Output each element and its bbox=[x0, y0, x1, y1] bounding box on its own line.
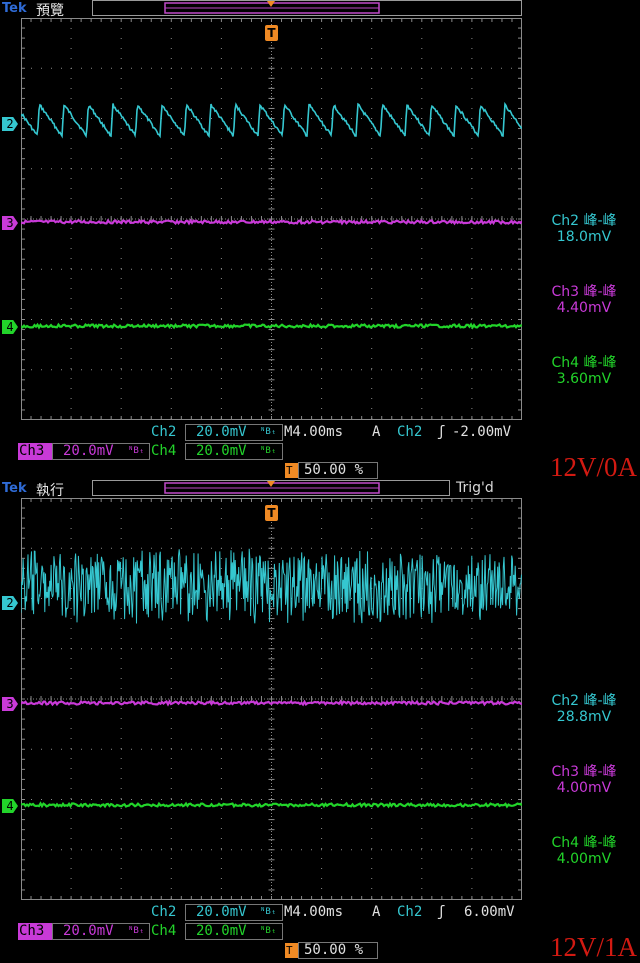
measurement-name: Ch3 峰-峰 bbox=[551, 284, 617, 300]
ch2-scale-label[interactable]: Ch2 bbox=[151, 424, 176, 441]
trigger-position-value[interactable]: 50.00 % bbox=[304, 942, 363, 959]
measurement-ch3: Ch3 峰-峰 4.00mV bbox=[528, 764, 640, 796]
trigger-position-marker[interactable]: T bbox=[265, 25, 278, 41]
condition-label-2: 12V/1A bbox=[550, 932, 637, 962]
ch4-waveform bbox=[21, 801, 522, 809]
measurement-value: 18.0mV bbox=[556, 229, 612, 245]
trig-state: Trig'd bbox=[456, 480, 494, 496]
trigger-slope-icon: ʃ bbox=[437, 424, 446, 440]
trigger-position-marker[interactable]: T bbox=[265, 505, 278, 521]
record-window bbox=[164, 1, 380, 14]
ch3-marker-label: 3 bbox=[6, 697, 14, 711]
ch4-waveform bbox=[21, 322, 522, 330]
ch3-bw-icon: ᴺBₜ bbox=[128, 926, 145, 936]
measurement-name: Ch4 峰-峰 bbox=[551, 835, 617, 851]
ch4-marker[interactable]: 4 bbox=[2, 320, 18, 334]
trigger-source-label: A bbox=[372, 424, 381, 440]
ch4-marker-label: 4 bbox=[6, 799, 14, 813]
timebase[interactable]: M4.00ms bbox=[284, 904, 343, 921]
acq-mode: 執行 bbox=[36, 483, 64, 499]
ch3-marker[interactable]: 3 bbox=[2, 697, 18, 711]
ch2-bw-icon: ᴺBₜ bbox=[260, 427, 277, 437]
trigger-source-label: A bbox=[372, 904, 381, 920]
ch4-bw-icon: ᴺBₜ bbox=[260, 926, 277, 936]
record-window bbox=[164, 481, 380, 494]
measurement-ch3: Ch3 峰-峰 4.40mV bbox=[528, 284, 640, 316]
ch4-marker-label: 4 bbox=[6, 320, 14, 334]
status-bar: Tek 執行 Trig'd bbox=[0, 480, 640, 499]
ch2-marker-label: 2 bbox=[6, 117, 14, 131]
graticule-lines bbox=[21, 498, 522, 900]
measurement-ch4: Ch4 峰-峰 3.60mV bbox=[528, 355, 640, 387]
ch2-marker-label: 2 bbox=[6, 596, 14, 610]
measurement-value: 28.8mV bbox=[556, 709, 612, 725]
trigger-level[interactable]: -2.00mV bbox=[452, 424, 511, 441]
ch4-scale-label[interactable]: Ch4 bbox=[151, 443, 176, 460]
waveform-graticule bbox=[21, 498, 522, 900]
ch3-marker-label: 3 bbox=[6, 216, 14, 230]
measurement-name: Ch4 峰-峰 bbox=[551, 355, 617, 371]
measurement-value: 4.00mV bbox=[556, 851, 612, 867]
trigger-position-icon-label: T bbox=[286, 464, 293, 477]
condition-label-1: 12V/0A bbox=[550, 452, 637, 482]
acq-mode: 預覽 bbox=[36, 3, 64, 19]
measurement-value: 4.00mV bbox=[556, 780, 612, 796]
ch2-scale-value[interactable]: 20.0mV bbox=[196, 424, 247, 441]
measurement-ch2: Ch2 峰-峰 18.0mV bbox=[528, 213, 640, 245]
ch3-marker[interactable]: 3 bbox=[2, 216, 18, 230]
ch2-scale-label[interactable]: Ch2 bbox=[151, 904, 176, 921]
trigger-marker-label: T bbox=[267, 506, 276, 520]
record-bar bbox=[92, 480, 450, 496]
measurement-value: 4.40mV bbox=[556, 300, 612, 316]
trigger-channel[interactable]: Ch2 bbox=[397, 904, 422, 921]
tek-logo: Tek bbox=[2, 1, 27, 16]
waveform-graticule bbox=[21, 18, 522, 420]
measurement-name: Ch2 峰-峰 bbox=[551, 213, 617, 229]
timebase[interactable]: M4.00ms bbox=[284, 424, 343, 441]
ch2-marker[interactable]: 2 bbox=[2, 596, 18, 610]
ch3-scale-label[interactable]: Ch3 bbox=[19, 443, 44, 460]
scope-screen-2: Tek 執行 Trig'd T 2 3 4 Ch2 峰-峰 28.8mV Ch3… bbox=[0, 480, 640, 960]
measurement-ch4: Ch4 峰-峰 4.00mV bbox=[528, 835, 640, 867]
ch4-scale-label[interactable]: Ch4 bbox=[151, 923, 176, 940]
trigger-channel[interactable]: Ch2 bbox=[397, 424, 422, 441]
ch4-marker[interactable]: 4 bbox=[2, 799, 18, 813]
trigger-position-value[interactable]: 50.00 % bbox=[304, 462, 363, 479]
trigger-position-icon-label: T bbox=[286, 944, 293, 957]
measurement-name: Ch3 峰-峰 bbox=[551, 764, 617, 780]
ch3-scale-value[interactable]: 20.0mV bbox=[63, 443, 114, 460]
tek-logo: Tek bbox=[2, 481, 27, 496]
ch3-waveform bbox=[21, 218, 522, 226]
ch4-scale-value[interactable]: 20.0mV bbox=[196, 443, 247, 460]
measurement-ch2: Ch2 峰-峰 28.8mV bbox=[528, 693, 640, 725]
measurement-name: Ch2 峰-峰 bbox=[551, 693, 617, 709]
trigger-marker-label: T bbox=[267, 26, 276, 40]
graticule-lines bbox=[21, 18, 522, 420]
ch3-scale-value[interactable]: 20.0mV bbox=[63, 923, 114, 940]
ch2-scale-value[interactable]: 20.0mV bbox=[196, 904, 247, 921]
scope-screen-1: Tek 預覽 T 2 3 4 Ch2 峰-峰 18.0mV Ch3 峰-峰 4.… bbox=[0, 0, 640, 480]
trigger-level[interactable]: 6.00mV bbox=[464, 904, 515, 921]
measurement-value: 3.60mV bbox=[556, 371, 612, 387]
ch3-scale-label[interactable]: Ch3 bbox=[19, 923, 44, 940]
ch2-bw-icon: ᴺBₜ bbox=[260, 907, 277, 917]
status-bar: Tek 預覽 bbox=[0, 0, 640, 19]
record-bar bbox=[92, 0, 522, 16]
ch4-bw-icon: ᴺBₜ bbox=[260, 446, 277, 456]
ch2-marker[interactable]: 2 bbox=[2, 117, 18, 131]
trigger-slope-icon: ʃ bbox=[437, 904, 446, 920]
ch4-scale-value[interactable]: 20.0mV bbox=[196, 923, 247, 940]
ch3-bw-icon: ᴺBₜ bbox=[128, 446, 145, 456]
